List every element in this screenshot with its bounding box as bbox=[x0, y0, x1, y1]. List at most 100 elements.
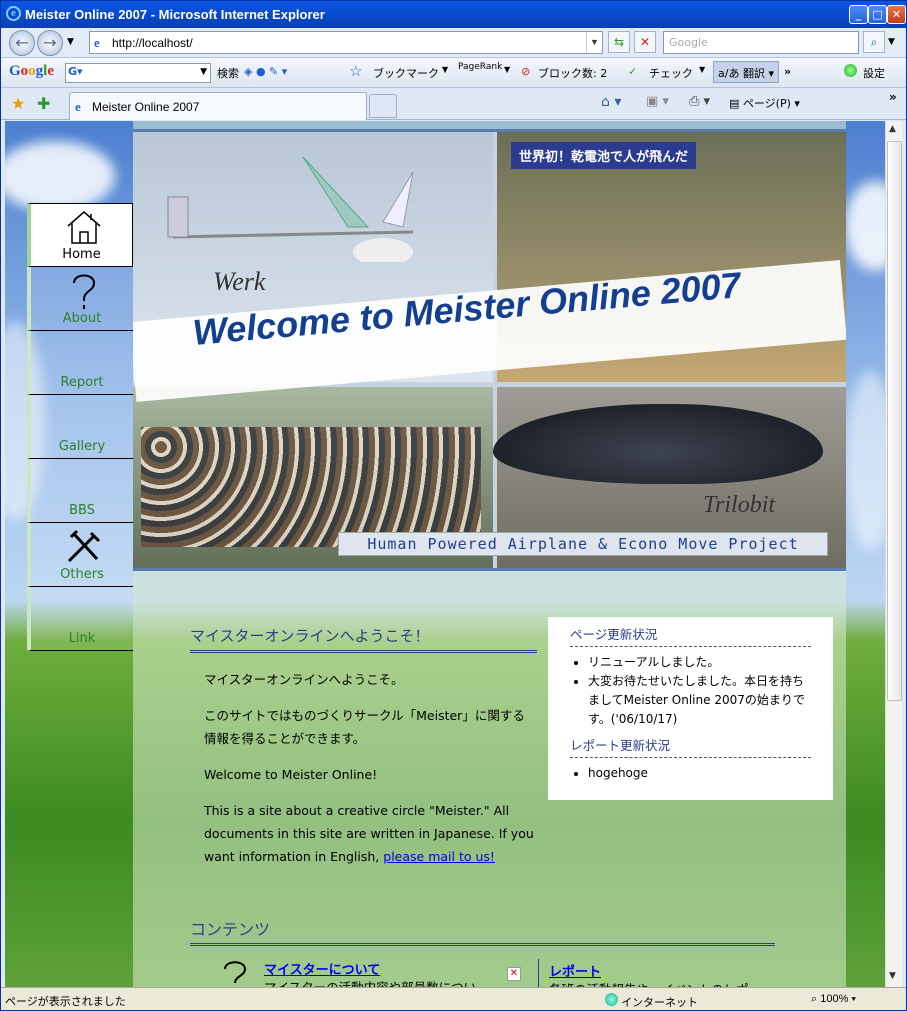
zone-indicator: インターネット bbox=[605, 993, 698, 1010]
toolbar-overflow-icon[interactable]: » bbox=[784, 65, 791, 78]
welcome-paragraph: このサイトではものづくりサークル「Meister」に関する情報を得ることができま… bbox=[204, 708, 525, 746]
google-g-icon: G▾ bbox=[68, 65, 83, 78]
url-text: http://localhost/ bbox=[112, 36, 193, 50]
welcome-paragraph-english: This is a site about a creative circle "… bbox=[204, 799, 534, 868]
back-button[interactable]: ← bbox=[9, 30, 35, 56]
werk-label: Werk bbox=[213, 267, 266, 296]
new-tab-button[interactable] bbox=[369, 94, 397, 118]
cloud-decoration bbox=[845, 371, 885, 551]
page-update-heading: ページ更新状況 bbox=[570, 624, 811, 647]
close-button[interactable]: ✕ bbox=[887, 5, 906, 24]
report-update-heading: レポート更新状況 bbox=[570, 735, 811, 758]
command-overflow-icon[interactable]: » bbox=[889, 90, 897, 104]
report-update-list: hogehoge bbox=[570, 764, 811, 783]
popup-blocked-count[interactable]: ブロック数: 2 bbox=[538, 65, 607, 81]
url-dropdown-icon[interactable]: ▼ bbox=[586, 32, 602, 53]
google-search-dropdown-icon[interactable]: ▼ bbox=[200, 67, 207, 77]
status-text: ページが表示されました bbox=[5, 996, 126, 1008]
sidebar-item-label: Link bbox=[68, 631, 96, 646]
about-description: マイスターの活動内容や部員数につい bbox=[264, 977, 476, 987]
cloud-decoration bbox=[5, 141, 115, 211]
url-field[interactable]: e http://localhost/ ▼ bbox=[89, 31, 603, 54]
page-menu-label: ページ(P) bbox=[742, 97, 791, 110]
maximize-button[interactable]: □ bbox=[868, 5, 887, 24]
search-options-icon[interactable]: ▼ bbox=[888, 37, 895, 47]
page-menu[interactable]: ▤ ページ(P) ▾ bbox=[729, 95, 800, 111]
sidebar-item-label: About bbox=[62, 311, 102, 326]
translate-button[interactable]: a/あ 翻訳 ▾ bbox=[713, 61, 779, 83]
refresh-icon[interactable]: ⇆ bbox=[608, 31, 630, 53]
question-icon bbox=[224, 961, 247, 984]
list-item: リニューアルしました。 bbox=[588, 653, 811, 672]
add-favorite-icon[interactable]: ✚ bbox=[37, 94, 50, 113]
sidebar-item-label: Gallery bbox=[58, 439, 106, 454]
tools-icon bbox=[67, 529, 101, 563]
google-search-button[interactable]: 検索 bbox=[217, 65, 239, 81]
zoom-control[interactable]: ⌕ 100% ▾ bbox=[811, 993, 856, 1006]
stop-icon[interactable]: ✕ bbox=[634, 31, 656, 53]
event-sign: 世界初！乾電池で人が飛んだ bbox=[511, 142, 697, 169]
home-icon[interactable]: ⌂ ▾ bbox=[601, 94, 621, 110]
print-icon[interactable]: ⎙ ▾ bbox=[689, 94, 710, 109]
sidebar-item-gallery[interactable]: Gallery bbox=[27, 395, 133, 459]
tab-bar: ★ ✚ e Meister Online 2007 ⌂ ▾ ▣ ▾ ⎙ ▾ ▤ … bbox=[1, 88, 906, 120]
spellcheck-button[interactable]: チェック bbox=[649, 65, 693, 81]
sidebar-item-label: Home bbox=[62, 247, 101, 262]
google-extra-icons[interactable]: ◈ ● ✎ ▾ bbox=[244, 65, 287, 78]
tab-page-icon: e bbox=[75, 99, 81, 114]
sidebar-item-about[interactable]: About bbox=[27, 267, 133, 331]
window-title: Meister Online 2007 - Microsoft Internet… bbox=[25, 7, 325, 22]
list-item: 大変お待たせいたしました。本日を持ちましてMeister Online 2007… bbox=[588, 672, 811, 729]
sidebar-item-others[interactable]: Others bbox=[27, 523, 133, 587]
trilobit-label: Trilobit bbox=[703, 492, 776, 518]
bookmark-star-icon[interactable]: ☆ bbox=[349, 62, 362, 80]
scroll-thumb[interactable] bbox=[887, 141, 902, 701]
content-divider bbox=[538, 959, 539, 987]
group-photo-crowd bbox=[141, 427, 481, 547]
zoom-level: 100% bbox=[820, 993, 849, 1005]
history-dropdown-icon[interactable]: ▼ bbox=[67, 37, 74, 47]
translate-label: 翻訳 bbox=[742, 67, 765, 80]
forward-button[interactable]: → bbox=[37, 30, 63, 56]
main-content: 世界初！乾電池で人が飛んだ Werk Welcome to Meister On… bbox=[133, 121, 846, 987]
page-viewport: Home About Report Gallery BBS Others Lin… bbox=[5, 121, 885, 987]
google-search-input[interactable]: G▾ ▼ bbox=[65, 63, 211, 83]
scroll-down-icon[interactable]: ▼ bbox=[889, 971, 896, 981]
search-input[interactable]: Google bbox=[663, 31, 859, 54]
ie-logo-icon: e bbox=[6, 6, 21, 21]
settings-button[interactable]: 設定 bbox=[863, 65, 885, 81]
sidebar-item-link[interactable]: Link bbox=[27, 587, 133, 651]
pagerank-indicator[interactable]: PageRank bbox=[458, 62, 502, 72]
page-update-list: リニューアルしました。 大変お待たせいたしました。本日を持ちましてMeister… bbox=[570, 653, 811, 729]
tab-meister-online[interactable]: e Meister Online 2007 bbox=[69, 92, 367, 120]
google-logo: Google bbox=[9, 63, 55, 79]
favorites-star-icon[interactable]: ★ bbox=[11, 94, 25, 113]
mail-link[interactable]: please mail to us! bbox=[383, 849, 495, 864]
status-bar: ページが表示されました インターネット ⌕ 100% ▾ bbox=[1, 987, 906, 1010]
sidebar-item-label: Others bbox=[60, 567, 104, 582]
bookmarks-button[interactable]: ブックマーク bbox=[373, 65, 439, 81]
status-green-icon bbox=[844, 64, 857, 77]
project-caption: Human Powered Airplane & Econo Move Proj… bbox=[338, 532, 828, 556]
translate-icon: a/あ bbox=[718, 67, 743, 80]
sidebar-item-report[interactable]: Report bbox=[27, 331, 133, 395]
globe-icon bbox=[605, 993, 618, 1006]
spellcheck-icon: ✓ bbox=[628, 65, 638, 78]
broken-image-icon: ✕ bbox=[507, 967, 521, 981]
sidebar-item-bbs[interactable]: BBS bbox=[27, 459, 133, 523]
search-icon[interactable]: ⌕ bbox=[863, 31, 885, 53]
update-status-box: ページ更新状況 リニューアルしました。 大変お待たせいたしました。本日を持ちまし… bbox=[548, 617, 833, 800]
rss-icon[interactable]: ▣ ▾ bbox=[646, 94, 669, 109]
list-item: hogehoge bbox=[588, 764, 811, 783]
cloud-decoration bbox=[845, 181, 885, 271]
page-icon: e bbox=[94, 35, 100, 50]
sidebar-item-home[interactable]: Home bbox=[27, 203, 133, 267]
welcome-paragraph: マイスターオンラインへようこそ。 bbox=[204, 672, 404, 687]
vertical-scrollbar[interactable]: ▲ ▼ bbox=[885, 121, 902, 987]
airplane-graphic bbox=[167, 156, 414, 262]
browser-window: e Meister Online 2007 - Microsoft Intern… bbox=[0, 0, 907, 1011]
scroll-up-icon[interactable]: ▲ bbox=[889, 124, 896, 134]
about-meister-link[interactable]: マイスターについて bbox=[264, 959, 380, 978]
report-link[interactable]: レポート bbox=[549, 961, 601, 980]
minimize-button[interactable]: _ bbox=[849, 5, 868, 24]
